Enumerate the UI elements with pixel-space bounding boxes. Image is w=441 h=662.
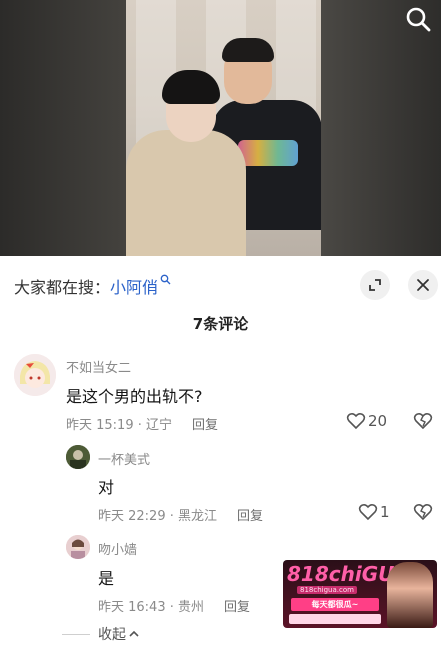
dislike-button[interactable] bbox=[413, 412, 433, 434]
dislike-heart-icon bbox=[413, 503, 433, 521]
avatar[interactable] bbox=[66, 535, 90, 559]
video-blur-right bbox=[321, 0, 441, 256]
expand-button[interactable] bbox=[360, 270, 390, 300]
comment-meta: 昨天 15:19 · 辽宁 回复 bbox=[66, 414, 218, 433]
heart-icon bbox=[358, 503, 378, 521]
avatar-image bbox=[66, 535, 90, 559]
comment-time-location: 昨天 22:29 · 黑龙江 bbox=[98, 509, 217, 524]
chevron-up-icon bbox=[129, 630, 139, 637]
watermark-slogan: 每天都很瓜~ bbox=[291, 598, 379, 611]
man-hair bbox=[222, 38, 274, 62]
comment-text: 是 bbox=[98, 569, 115, 588]
watermark-site: 818chigua.com bbox=[297, 586, 357, 594]
avatar[interactable] bbox=[66, 445, 90, 469]
watermark-logo: 818chiGUA 818chigua.com 每天都很瓜~ bbox=[283, 560, 437, 628]
woman-figure bbox=[126, 130, 246, 256]
like-button[interactable]: 20 bbox=[346, 412, 387, 430]
video-blur-left bbox=[0, 0, 126, 256]
watermark-image bbox=[387, 562, 433, 628]
comment-username[interactable]: 吻小嫱 bbox=[98, 539, 137, 558]
collapse-label: 收起 bbox=[98, 627, 126, 643]
reply-button[interactable]: 回复 bbox=[237, 509, 263, 524]
search-button[interactable] bbox=[403, 4, 433, 34]
comment-meta: 昨天 22:29 · 黑龙江 回复 bbox=[98, 505, 263, 524]
comment-text: 是这个男的出轨不? bbox=[66, 387, 203, 406]
dislike-button[interactable] bbox=[413, 503, 433, 525]
search-icon bbox=[406, 7, 431, 32]
heart-icon bbox=[346, 412, 366, 430]
reply-button[interactable]: 回复 bbox=[192, 418, 218, 433]
avatar-image bbox=[66, 445, 90, 469]
comment-count: 7条评论 bbox=[192, 315, 249, 333]
expand-icon bbox=[369, 279, 381, 291]
comment-time-location: 昨天 15:19 · 辽宁 bbox=[66, 418, 172, 433]
video-frame bbox=[126, 0, 321, 256]
search-icon bbox=[160, 274, 171, 285]
collapse-button[interactable]: 收起 bbox=[62, 624, 140, 644]
avatar[interactable] bbox=[14, 354, 56, 396]
dislike-heart-icon bbox=[413, 412, 433, 430]
comment-username[interactable]: 不如当女二 bbox=[66, 357, 131, 376]
comment-time-location: 昨天 16:43 · 贵州 bbox=[98, 600, 204, 615]
search-suggestion-prefix: 大家都在搜： bbox=[14, 278, 111, 297]
video-player[interactable] bbox=[0, 0, 441, 256]
divider bbox=[62, 633, 90, 635]
like-count: 1 bbox=[380, 503, 390, 521]
reply-button[interactable]: 回复 bbox=[224, 600, 250, 615]
shirt-print bbox=[238, 140, 298, 166]
close-icon bbox=[417, 279, 429, 291]
like-button[interactable]: 1 bbox=[358, 503, 390, 521]
like-count: 20 bbox=[368, 412, 388, 430]
comment-username[interactable]: 一杯美式 bbox=[98, 449, 150, 468]
search-suggestion-term[interactable]: 小阿俏 bbox=[110, 278, 158, 297]
comment-meta: 昨天 16:43 · 贵州 回复 bbox=[98, 596, 250, 615]
search-suggestion[interactable]: 大家都在搜：小阿俏 bbox=[14, 274, 171, 298]
avatar-image bbox=[14, 354, 56, 396]
watermark-strip bbox=[289, 614, 381, 624]
comment-text: 对 bbox=[98, 478, 115, 497]
close-button[interactable] bbox=[408, 270, 438, 300]
